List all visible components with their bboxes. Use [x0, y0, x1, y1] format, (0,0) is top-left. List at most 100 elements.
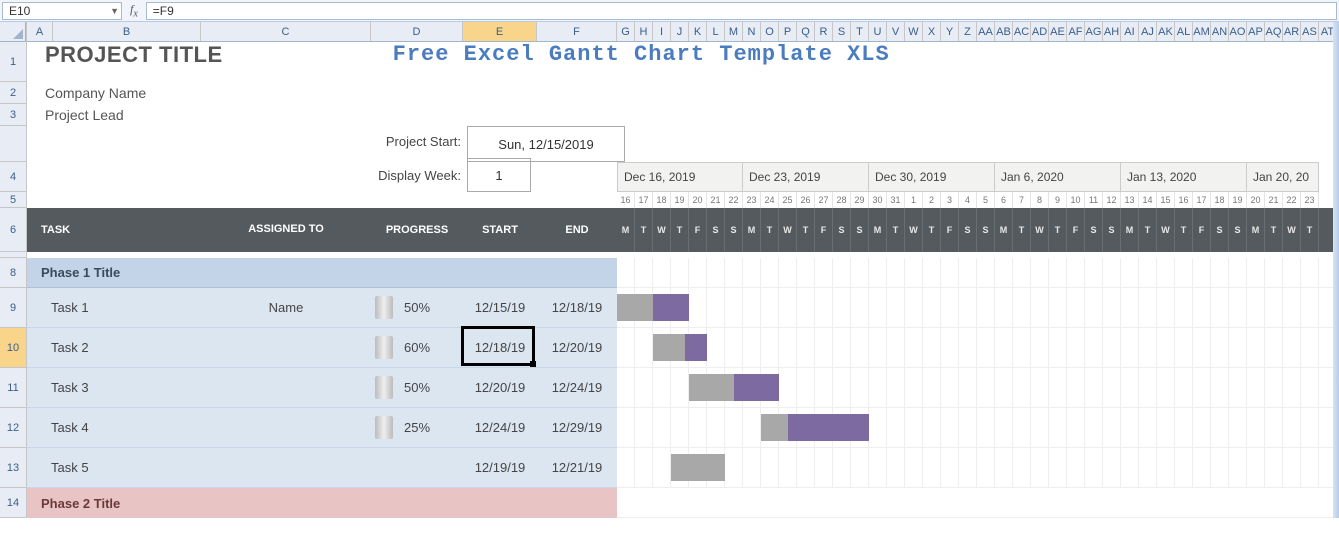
dow-header: T [1013, 208, 1031, 252]
col-header-AQ[interactable]: AQ [1265, 22, 1283, 41]
name-box[interactable]: E10 ▼ [2, 2, 122, 20]
select-all-corner[interactable] [0, 22, 26, 42]
gantt-bar-planned [685, 334, 707, 361]
row-header-14[interactable]: 14 [0, 488, 26, 518]
dow-header: F [1067, 208, 1085, 252]
row-header-6[interactable]: 6 [0, 208, 26, 252]
col-header-R[interactable]: R [815, 22, 833, 41]
task-assigned: Name [201, 288, 371, 327]
task-assigned [201, 408, 371, 447]
col-header-Q[interactable]: Q [797, 22, 815, 41]
col-header-AI[interactable]: AI [1121, 22, 1139, 41]
col-header-C[interactable]: C [201, 22, 371, 41]
col-header-AN[interactable]: AN [1211, 22, 1229, 41]
row-header-3[interactable]: 3 [0, 104, 26, 126]
col-header-AR[interactable]: AR [1283, 22, 1301, 41]
col-header-AA[interactable]: AA [977, 22, 995, 41]
row-header-4[interactable]: 4 [0, 162, 26, 192]
col-header-AO[interactable]: AO [1229, 22, 1247, 41]
col-header-AS[interactable]: AS [1301, 22, 1319, 41]
task-row[interactable]: Task 512/19/1912/21/19 [27, 448, 1339, 488]
project-start-value[interactable]: Sun, 12/15/2019 [467, 126, 625, 162]
task-row[interactable]: Task 260%12/18/1912/20/19 [27, 328, 1339, 368]
row-header-11[interactable]: 11 [0, 368, 26, 408]
dow-header: F [1193, 208, 1211, 252]
display-week-value[interactable]: 1 [467, 158, 531, 192]
col-header-AB[interactable]: AB [995, 22, 1013, 41]
day-number: 6 [995, 192, 1013, 208]
col-header-P[interactable]: P [779, 22, 797, 41]
phase-1-row[interactable]: Phase 1 Title [27, 258, 1339, 288]
col-header-W[interactable]: W [905, 22, 923, 41]
gantt-area [617, 448, 1339, 488]
row-header-9[interactable]: 9 [0, 288, 26, 328]
chevron-down-icon[interactable]: ▼ [110, 6, 119, 16]
week-headers: Dec 16, 2019Dec 23, 2019Dec 30, 2019Jan … [617, 162, 1339, 192]
col-header-H[interactable]: H [635, 22, 653, 41]
dow-header: T [671, 208, 689, 252]
col-header-AH[interactable]: AH [1103, 22, 1121, 41]
row-header-2[interactable]: 2 [0, 82, 26, 104]
fx-icon[interactable]: fx [130, 2, 138, 19]
col-header-AF[interactable]: AF [1067, 22, 1085, 41]
row-header-13[interactable]: 13 [0, 448, 26, 488]
phase-2-title: Phase 2 Title [27, 488, 617, 518]
col-header-D[interactable]: D [371, 22, 463, 41]
task-row[interactable]: Task 1Name50%12/15/1912/18/19 [27, 288, 1339, 328]
week-header: Jan 6, 2020 [995, 162, 1121, 192]
display-week-label: Display Week: [307, 168, 461, 183]
col-header-AJ[interactable]: AJ [1139, 22, 1157, 41]
col-header-S[interactable]: S [833, 22, 851, 41]
gantt-bar-remaining [761, 414, 788, 441]
row-header-1[interactable]: 1 [0, 42, 26, 82]
dow-header: S [725, 208, 743, 252]
task-row[interactable]: Task 425%12/24/1912/29/19 [27, 408, 1339, 448]
col-header-AM[interactable]: AM [1193, 22, 1211, 41]
col-header-M[interactable]: M [725, 22, 743, 41]
task-row[interactable]: Task 350%12/20/1912/24/19 [27, 368, 1339, 408]
col-header-E[interactable]: E [463, 22, 537, 41]
col-header-AP[interactable]: AP [1247, 22, 1265, 41]
col-header-F[interactable]: F [537, 22, 617, 41]
gantt-area [617, 288, 1339, 328]
phase-2-row[interactable]: Phase 2 Title [27, 488, 1339, 518]
progress-bar-icon [375, 296, 393, 319]
col-header-G[interactable]: G [617, 22, 635, 41]
formula-input[interactable]: =F9 [146, 2, 1337, 20]
col-header-AG[interactable]: AG [1085, 22, 1103, 41]
col-header-AL[interactable]: AL [1175, 22, 1193, 41]
col-header-AK[interactable]: AK [1157, 22, 1175, 41]
col-header-A[interactable]: A [27, 22, 53, 41]
dow-header: S [959, 208, 977, 252]
gantt-bar-planned [734, 374, 779, 401]
col-header-I[interactable]: I [653, 22, 671, 41]
row-header-12[interactable]: 12 [0, 408, 26, 448]
day-number: 18 [653, 192, 671, 208]
col-header-U[interactable]: U [869, 22, 887, 41]
row-header-5[interactable]: 5 [0, 192, 26, 208]
task-end: 12/20/19 [537, 328, 617, 367]
gantt-bar-remaining [653, 334, 685, 361]
task-progress: 50% [371, 368, 463, 407]
col-header-AC[interactable]: AC [1013, 22, 1031, 41]
col-header-N[interactable]: N [743, 22, 761, 41]
th-start: START [463, 208, 537, 252]
col-header-J[interactable]: J [671, 22, 689, 41]
col-header-Z[interactable]: Z [959, 22, 977, 41]
dow-header: T [1265, 208, 1283, 252]
row-header-10[interactable]: 10 [0, 328, 26, 368]
col-header-AD[interactable]: AD [1031, 22, 1049, 41]
col-header-T[interactable]: T [851, 22, 869, 41]
col-header-L[interactable]: L [707, 22, 725, 41]
col-header-V[interactable]: V [887, 22, 905, 41]
col-header-X[interactable]: X [923, 22, 941, 41]
col-header-K[interactable]: K [689, 22, 707, 41]
day-number: 20 [689, 192, 707, 208]
row-header-8[interactable]: 8 [0, 258, 26, 288]
col-header-B[interactable]: B [53, 22, 201, 41]
col-header-AE[interactable]: AE [1049, 22, 1067, 41]
dow-header: T [887, 208, 905, 252]
col-header-Y[interactable]: Y [941, 22, 959, 41]
sheet-content[interactable]: PROJECT TITLE Free Excel Gantt Chart Tem… [27, 42, 1339, 518]
col-header-O[interactable]: O [761, 22, 779, 41]
